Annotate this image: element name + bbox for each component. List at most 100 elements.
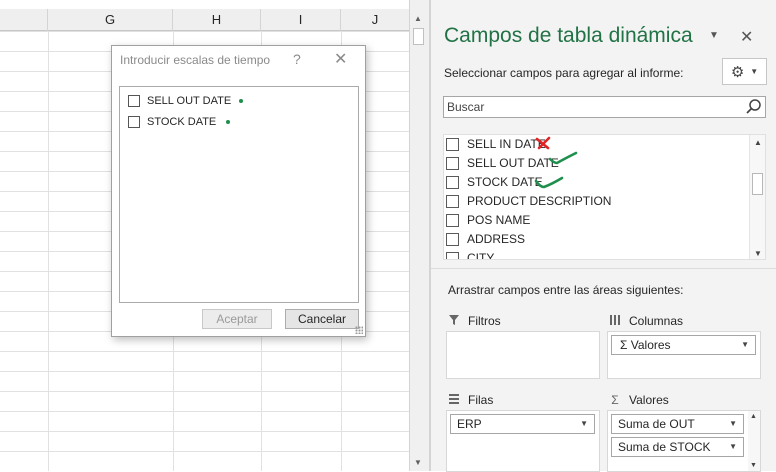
columns-area-header: Columnas <box>607 311 761 331</box>
help-icon[interactable]: ? <box>293 51 301 67</box>
pill-label: Σ Valores <box>620 338 671 352</box>
filters-area: Filtros <box>446 311 600 379</box>
areas-label: Arrastrar campos entre las áreas siguien… <box>448 283 684 297</box>
pivot-fields-pane: Campos de tabla dinámica ▼ ✕ Seleccionar… <box>431 0 776 472</box>
area-label: Valores <box>629 393 669 407</box>
cancel-button[interactable]: Cancelar <box>285 309 359 329</box>
pane-close-icon[interactable]: ✕ <box>740 27 753 47</box>
scroll-thumb[interactable] <box>752 173 763 195</box>
pill-label: Suma de OUT <box>618 417 695 431</box>
field-item-product-description[interactable]: PRODUCT DESCRIPTION <box>446 193 611 209</box>
checkbox[interactable] <box>446 137 459 151</box>
chevron-down-icon[interactable]: ▼ <box>741 336 749 354</box>
column-header-h[interactable]: H <box>173 9 261 31</box>
checkbox[interactable] <box>446 213 459 227</box>
area-label: Columnas <box>629 314 684 328</box>
columns-item-valores[interactable]: Σ Valores ▼ <box>611 335 756 355</box>
checkbox[interactable] <box>446 251 459 259</box>
scroll-up-icon[interactable]: ▲ <box>754 138 762 147</box>
chevron-down-icon: ▼ <box>750 67 759 76</box>
green-check-annotation-icon <box>548 151 578 165</box>
filters-area-header: Filtros <box>446 311 600 331</box>
column-header-i[interactable]: I <box>261 9 341 31</box>
checkbox[interactable] <box>446 175 459 189</box>
gear-icon: ⚙ <box>730 63 745 81</box>
field-label: POS NAME <box>467 213 531 227</box>
pivot-field-list: SELL IN DATE SELL OUT DATE STOCK DATE PR… <box>443 134 766 260</box>
field-item-address[interactable]: ADDRESS <box>446 231 525 247</box>
field-item-sell-out-date[interactable]: SELL OUT DATE <box>446 155 559 171</box>
close-icon[interactable]: ✕ <box>334 49 347 69</box>
search-field[interactable]: Buscar <box>443 96 766 118</box>
values-item-suma-de-out[interactable]: Suma de OUT ▼ <box>611 414 744 434</box>
insert-timeline-dialog: Introducir escalas de tiempo ? ✕ SELL OU… <box>111 45 366 337</box>
pill-label: ERP <box>457 417 482 431</box>
timeline-item-stock-date[interactable]: STOCK DATE <box>128 114 231 130</box>
pane-separator <box>431 268 776 269</box>
field-label: CITY <box>467 251 495 260</box>
field-label: ADDRESS <box>467 232 526 246</box>
field-list-scrollbar[interactable]: ▲ ▼ <box>749 135 765 259</box>
checkbox[interactable] <box>446 194 459 208</box>
sigma-icon: Σ <box>611 393 619 407</box>
tools-button[interactable]: ⚙ ▼ <box>722 58 767 85</box>
values-scrollbar[interactable]: ▲ ▼ <box>748 411 760 471</box>
values-drop-zone[interactable]: Suma de OUT ▼ Suma de STOCK ▼ ▲ ▼ <box>607 410 761 472</box>
values-item-suma-de-stock[interactable]: Suma de STOCK ▼ <box>611 437 744 457</box>
field-item-sell-in-date[interactable]: SELL IN DATE <box>446 136 546 152</box>
resize-grip-icon[interactable] <box>355 326 363 334</box>
pane-options-chevron-down-icon[interactable]: ▼ <box>709 30 719 41</box>
search-placeholder: Buscar <box>447 100 485 114</box>
filters-drop-zone[interactable] <box>446 331 600 379</box>
values-area: Σ Valores Suma de OUT ▼ Suma de STOCK ▼ … <box>607 390 761 472</box>
field-label: SELL OUT DATE <box>467 156 559 170</box>
area-label: Filtros <box>468 314 501 328</box>
rows-area: Filas ERP ▼ <box>446 390 600 472</box>
checkbox[interactable] <box>128 116 140 128</box>
filter-icon <box>446 314 462 329</box>
area-label: Filas <box>468 393 494 407</box>
rows-drop-zone[interactable]: ERP ▼ <box>446 410 600 472</box>
accept-button[interactable]: Aceptar <box>202 309 272 329</box>
scroll-up-icon[interactable]: ▲ <box>750 413 757 420</box>
pill-label: Suma de STOCK <box>618 440 711 454</box>
annotation-dot <box>239 99 244 103</box>
field-item-pos-name[interactable]: POS NAME <box>446 212 530 228</box>
checkbox[interactable] <box>128 95 140 107</box>
green-check-annotation-icon <box>534 176 564 189</box>
timeline-item-sell-out-date[interactable]: SELL OUT DATE <box>128 93 244 109</box>
grid-line <box>48 31 49 471</box>
sheet-top-strip <box>0 0 409 9</box>
sheet-vertical-scrollbar[interactable]: ▲ ▼ <box>409 0 429 471</box>
pane-title: Campos de tabla dinámica <box>444 24 693 47</box>
field-item-city[interactable]: CITY <box>446 250 495 260</box>
scroll-thumb[interactable] <box>413 28 424 45</box>
rows-item-erp[interactable]: ERP ▼ <box>450 414 595 434</box>
rows-icon <box>446 393 462 408</box>
scroll-up-icon[interactable]: ▲ <box>414 14 422 23</box>
red-x-annotation-icon <box>535 136 551 150</box>
column-header-row: G H I J <box>0 9 409 31</box>
choose-fields-label: Seleccionar campos para agregar al infor… <box>444 66 684 80</box>
column-header-g[interactable]: G <box>48 9 173 31</box>
field-item-stock-date[interactable]: STOCK DATE <box>446 174 543 190</box>
scroll-down-icon[interactable]: ▼ <box>754 249 762 258</box>
chevron-down-icon[interactable]: ▼ <box>580 415 588 433</box>
chevron-down-icon[interactable]: ▼ <box>729 415 737 433</box>
field-label: STOCK DATE <box>467 175 543 189</box>
column-header-j[interactable]: J <box>341 9 409 31</box>
scroll-down-icon[interactable]: ▼ <box>750 462 757 469</box>
dialog-title: Introducir escalas de tiempo <box>120 53 271 67</box>
values-area-header: Σ Valores <box>607 390 761 410</box>
search-icon[interactable] <box>745 98 763 119</box>
column-header-f[interactable] <box>0 9 48 31</box>
checkbox[interactable] <box>446 232 459 246</box>
timeline-item-label: STOCK DATE <box>147 116 217 128</box>
timeline-item-label: SELL OUT DATE <box>147 95 232 107</box>
columns-area: Columnas Σ Valores ▼ <box>607 311 761 379</box>
checkbox[interactable] <box>446 156 459 170</box>
scroll-down-icon[interactable]: ▼ <box>414 458 422 467</box>
chevron-down-icon[interactable]: ▼ <box>729 438 737 456</box>
columns-drop-zone[interactable]: Σ Valores ▼ <box>607 331 761 379</box>
rows-area-header: Filas <box>446 390 600 410</box>
